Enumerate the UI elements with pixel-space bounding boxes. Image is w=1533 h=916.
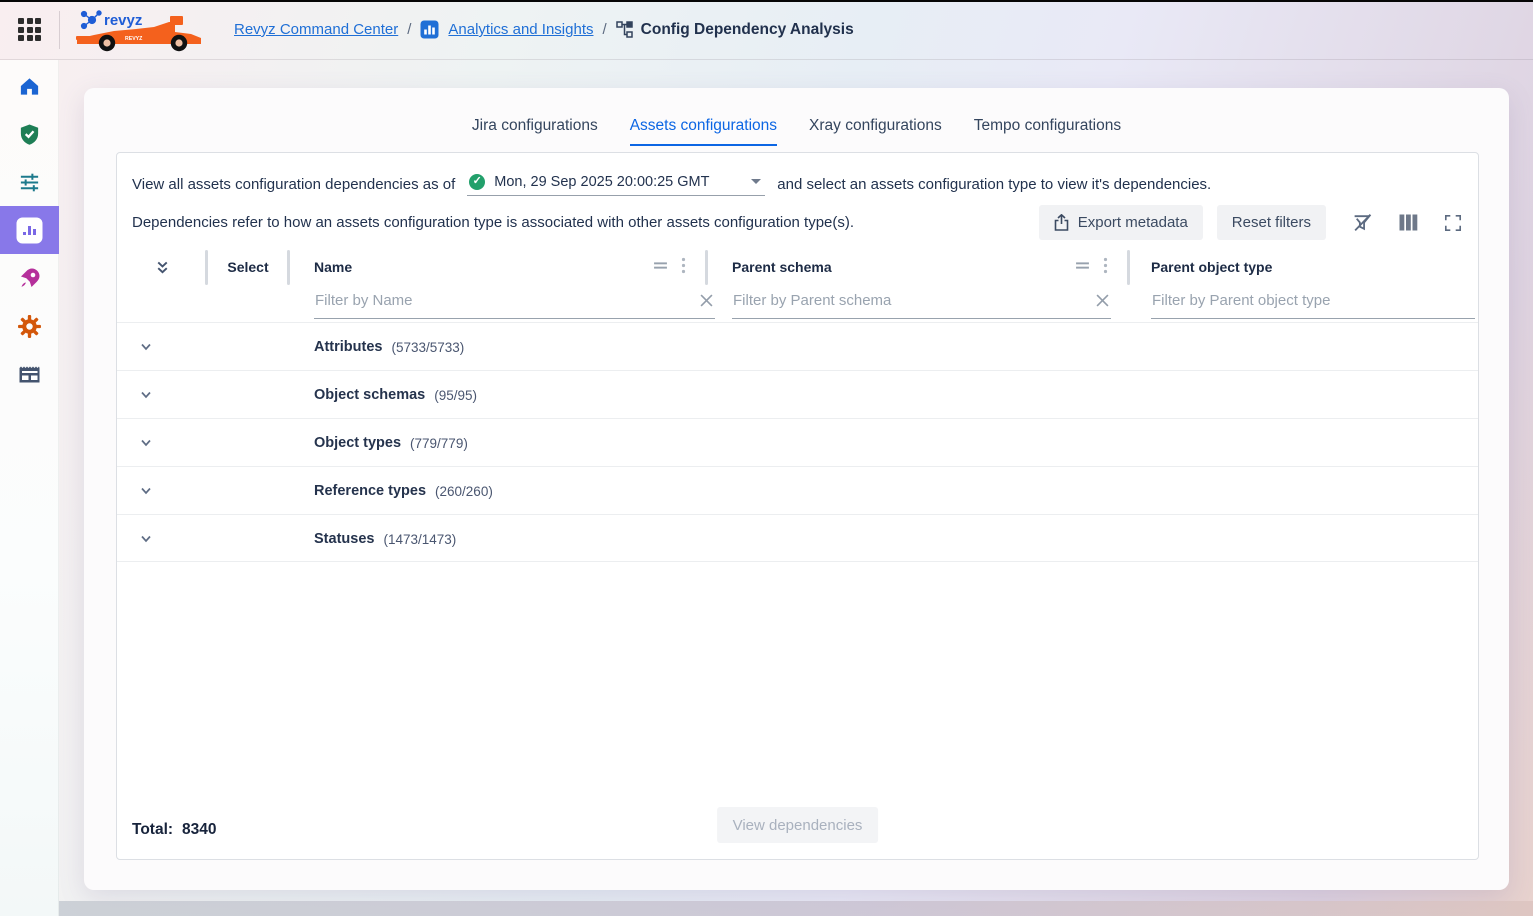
dependency-tree-icon xyxy=(616,21,633,38)
breadcrumb-separator: / xyxy=(602,21,606,38)
sidebar-item-configuration[interactable] xyxy=(0,158,59,206)
analytics-icon xyxy=(16,217,43,244)
snapshot-date-select[interactable]: ✓ Mon, 29 Sep 2025 20:00:25 GMT xyxy=(467,173,765,196)
column-menu-icon[interactable] xyxy=(681,257,686,274)
breadcrumb-link-analytics[interactable]: Analytics and Insights xyxy=(448,21,593,38)
table-row-object-schemas[interactable]: Object schemas(95/95) xyxy=(117,370,1478,418)
clear-all-filters-button[interactable] xyxy=(1350,210,1375,235)
sliders-icon xyxy=(18,171,41,194)
reset-filters-button[interactable]: Reset filters xyxy=(1217,205,1326,240)
export-metadata-button[interactable]: Export metadata xyxy=(1039,205,1203,240)
clear-parent-schema-filter-icon[interactable] xyxy=(1096,294,1109,307)
analytics-breadcrumb-icon xyxy=(420,20,439,39)
tab-tempo-configurations[interactable]: Tempo configurations xyxy=(974,117,1121,146)
gear-icon xyxy=(17,314,42,339)
home-icon xyxy=(18,75,41,98)
column-resize-handle[interactable] xyxy=(287,250,290,285)
chevron-down-icon xyxy=(751,179,761,184)
chevron-down-icon[interactable] xyxy=(138,483,154,499)
column-header-parent-object-type[interactable]: Parent object type xyxy=(1151,259,1272,275)
table-row-reference-types[interactable]: Reference types(260/260) xyxy=(117,466,1478,514)
filter-off-icon xyxy=(1352,212,1373,233)
tab-jira-configurations[interactable]: Jira configurations xyxy=(472,117,598,146)
column-header-name[interactable]: Name xyxy=(314,259,352,275)
topbar-divider xyxy=(59,11,60,49)
manage-columns-button[interactable] xyxy=(1397,212,1420,233)
chevron-down-icon[interactable] xyxy=(138,339,154,355)
columns-icon xyxy=(1399,214,1418,231)
total-count: Total: 8340 xyxy=(132,821,217,839)
filter-by-name-input[interactable] xyxy=(314,289,715,319)
svg-text:revyz: revyz xyxy=(104,12,142,29)
column-drag-icon[interactable] xyxy=(1075,258,1090,273)
tab-xray-configurations[interactable]: Xray configurations xyxy=(809,117,942,146)
page-title: Config Dependency Analysis xyxy=(616,21,854,39)
description-row: Dependencies refer to how an assets conf… xyxy=(132,204,1464,241)
dependencies-panel: View all assets configuration dependenci… xyxy=(116,152,1479,860)
shield-check-icon xyxy=(18,123,41,146)
export-icon xyxy=(1054,214,1069,231)
double-chevron-down-icon xyxy=(154,259,171,276)
chevron-down-icon[interactable] xyxy=(138,435,154,451)
intro-prefix-text: View all assets configuration dependenci… xyxy=(132,176,455,193)
intro-suffix-text: and select an assets configuration type … xyxy=(777,176,1211,193)
fullscreen-icon xyxy=(1444,214,1462,232)
sidebar-item-home[interactable] xyxy=(0,62,59,110)
column-menu-icon[interactable] xyxy=(1103,257,1108,274)
dependencies-description: Dependencies refer to how an assets conf… xyxy=(132,214,854,231)
configuration-tabs: Jira configurations Assets configuration… xyxy=(84,88,1509,146)
sidebar-item-analytics[interactable] xyxy=(0,206,59,254)
chevron-down-icon[interactable] xyxy=(138,531,154,547)
table-row-object-types[interactable]: Object types(779/779) xyxy=(117,418,1478,466)
column-drag-icon[interactable] xyxy=(653,258,668,273)
sidebar-item-security[interactable] xyxy=(0,110,59,158)
breadcrumb: Revyz Command Center / Analytics and Ins… xyxy=(234,20,854,39)
sidebar-item-migration[interactable] xyxy=(0,254,59,302)
top-bar: revyz REVYZ Revyz Command Center / Analy… xyxy=(0,0,1533,60)
breadcrumb-link-command-center[interactable]: Revyz Command Center xyxy=(234,21,398,38)
clear-name-filter-icon[interactable] xyxy=(700,294,713,307)
total-label: Total: xyxy=(132,821,173,839)
total-value: 8340 xyxy=(182,821,216,839)
tab-assets-configurations[interactable]: Assets configurations xyxy=(630,117,777,146)
filter-by-parent-schema-input[interactable] xyxy=(732,289,1111,319)
board-icon xyxy=(18,364,41,385)
table-header: Select Name Parent schema Parent object … xyxy=(117,247,1478,321)
breadcrumb-separator: / xyxy=(407,21,411,38)
fullscreen-button[interactable] xyxy=(1442,212,1464,234)
table-actions: Export metadata Reset filters xyxy=(1039,205,1464,240)
table-body: Attributes(5733/5733) Object schemas(95/… xyxy=(117,322,1478,562)
table-row-statuses[interactable]: Statuses(1473/1473) xyxy=(117,514,1478,562)
column-header-parent-schema[interactable]: Parent schema xyxy=(732,259,832,275)
column-resize-handle[interactable] xyxy=(1127,250,1130,285)
left-sidebar xyxy=(0,60,59,916)
chevron-down-icon[interactable] xyxy=(138,387,154,403)
table-row-attributes[interactable]: Attributes(5733/5733) xyxy=(117,322,1478,370)
snapshot-date-value: Mon, 29 Sep 2025 20:00:25 GMT xyxy=(494,174,709,190)
main-card: Jira configurations Assets configuration… xyxy=(84,88,1509,890)
check-circle-icon: ✓ xyxy=(469,174,485,190)
column-resize-handle[interactable] xyxy=(705,250,708,285)
bottom-gradient-band xyxy=(59,901,1533,916)
intro-line: View all assets configuration dependenci… xyxy=(132,170,1211,198)
revyz-logo[interactable]: revyz REVYZ xyxy=(74,7,206,53)
view-dependencies-button[interactable]: View dependencies xyxy=(717,807,879,843)
svg-text:REVYZ: REVYZ xyxy=(125,36,143,42)
sidebar-item-reports[interactable] xyxy=(0,350,59,398)
filter-by-parent-object-type-input[interactable] xyxy=(1151,289,1475,319)
expand-all-button[interactable] xyxy=(154,259,171,276)
app-switcher-icon[interactable] xyxy=(18,18,41,41)
revyz-logo-image: revyz REVYZ xyxy=(74,7,206,53)
rocket-icon xyxy=(18,266,42,290)
column-header-select: Select xyxy=(227,259,268,275)
sidebar-item-settings[interactable] xyxy=(0,302,59,350)
